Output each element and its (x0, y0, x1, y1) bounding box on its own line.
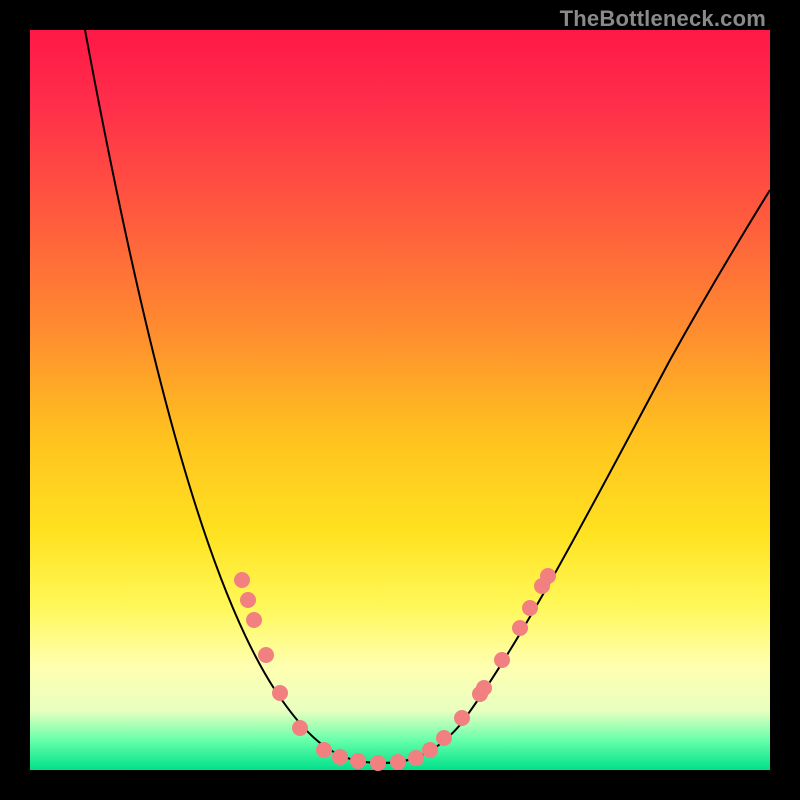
data-marker (390, 754, 406, 770)
data-marker (350, 753, 366, 769)
data-marker (436, 730, 452, 746)
data-marker (370, 755, 386, 771)
watermark-text: TheBottleneck.com (560, 6, 766, 32)
data-marker (454, 710, 470, 726)
data-marker (512, 620, 528, 636)
data-marker (240, 592, 256, 608)
data-marker (540, 568, 556, 584)
curve-layer (30, 30, 770, 770)
data-marker (246, 612, 262, 628)
data-marker (476, 680, 492, 696)
data-marker (272, 685, 288, 701)
data-marker (292, 720, 308, 736)
data-marker (234, 572, 250, 588)
data-marker (332, 749, 348, 765)
data-marker (258, 647, 274, 663)
plot-area (30, 30, 770, 770)
data-marker (494, 652, 510, 668)
chart-frame: TheBottleneck.com (0, 0, 800, 800)
data-marker (316, 742, 332, 758)
bottleneck-curve (85, 30, 770, 763)
data-marker (422, 742, 438, 758)
data-marker (522, 600, 538, 616)
